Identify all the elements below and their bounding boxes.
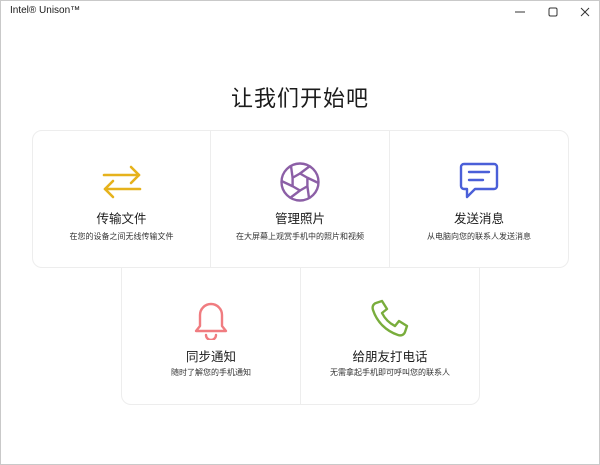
sync-notifications-card[interactable]: 同步通知 随时了解您的手机通知 <box>121 267 301 405</box>
maximize-icon <box>548 7 558 17</box>
card-title: 传输文件 <box>96 211 147 226</box>
send-messages-card[interactable]: 发送消息 从电脑向您的联系人发送消息 <box>389 130 569 268</box>
card-description: 随时了解您的手机通知 <box>171 368 251 377</box>
card-title: 给朋友打电话 <box>352 349 428 364</box>
minimize-icon <box>515 11 525 13</box>
window-title: Intel® Unison™ <box>10 5 81 16</box>
card-description: 从电脑向您的联系人发送消息 <box>427 232 531 241</box>
title-bar: Intel® Unison™ <box>1 1 599 23</box>
manage-photos-card[interactable]: 管理照片 在大屏幕上观赏手机中的照片和视频 <box>210 130 390 268</box>
bell-icon <box>191 298 231 340</box>
phone-icon <box>370 298 410 338</box>
transfer-arrows-icon <box>100 161 144 201</box>
call-friends-card[interactable]: 给朋友打电话 无需拿起手机即可呼叫您的联系人 <box>300 267 480 405</box>
app-window: Intel® Unison™ 让我们开始吧 传输文件 在您的设备之间无线传输文件… <box>0 0 600 465</box>
camera-aperture-icon <box>279 161 321 203</box>
card-description: 在您的设备之间无线传输文件 <box>69 232 174 241</box>
message-bubble-icon <box>459 161 499 201</box>
card-description: 在大屏幕上观赏手机中的照片和视频 <box>236 232 364 241</box>
page-title: 让我们开始吧 <box>230 87 369 112</box>
close-button[interactable] <box>570 1 600 23</box>
close-icon <box>580 7 590 17</box>
transfer-files-card[interactable]: 传输文件 在您的设备之间无线传输文件 <box>32 130 211 268</box>
maximize-button[interactable] <box>538 1 568 23</box>
card-description: 无需拿起手机即可呼叫您的联系人 <box>330 368 450 377</box>
card-title: 管理照片 <box>274 211 325 226</box>
card-title: 发送消息 <box>453 211 504 226</box>
card-title: 同步通知 <box>185 349 236 364</box>
minimize-button[interactable] <box>505 1 535 23</box>
